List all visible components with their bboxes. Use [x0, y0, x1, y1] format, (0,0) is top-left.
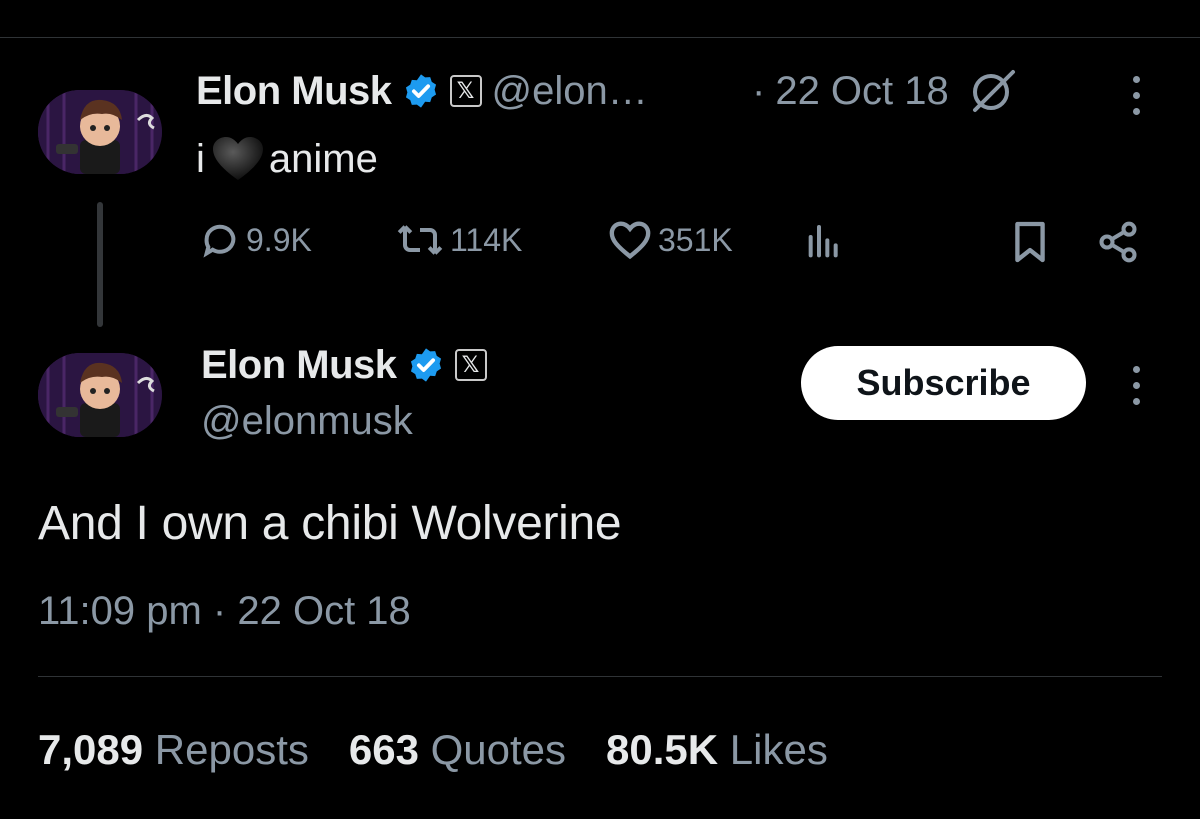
black-heart-icon [212, 137, 263, 180]
tweet-text-suffix: anime [268, 136, 378, 181]
bookmark-icon [1015, 221, 1045, 263]
like-count: 351K [658, 221, 733, 258]
reply-count: 9.9K [246, 221, 312, 258]
engagement-stats: 7,089 Reposts 663 Quotes 80.5K Likes [38, 726, 828, 774]
author-name[interactable]: Elon Musk [196, 69, 392, 114]
x-logo-icon: 𝕏 [454, 349, 487, 381]
quotes-label: Quotes [430, 726, 567, 773]
avatar[interactable] [38, 353, 162, 437]
top-divider [0, 37, 1200, 38]
views-button[interactable] [804, 222, 844, 267]
likes-count: 80.5K [606, 726, 719, 773]
more-vertical-icon[interactable] [1130, 76, 1142, 115]
thread-connector [97, 202, 103, 327]
reposts-label: Reposts [154, 726, 309, 773]
tweet-timestamp[interactable]: 11:09 pm · 22 Oct 18 [38, 586, 411, 636]
like-button[interactable]: 351K [608, 218, 733, 262]
verified-badge-icon [410, 348, 441, 382]
x-logo-icon: 𝕏 [449, 75, 482, 107]
share-icon [1099, 221, 1137, 263]
quotes-stat[interactable]: 663 Quotes [349, 726, 566, 774]
more-vertical-icon[interactable] [1130, 366, 1142, 405]
tweet-date[interactable]: 22 Oct 18 [775, 69, 948, 114]
heart-icon [609, 221, 651, 260]
stats-divider [38, 676, 1162, 677]
likes-label: Likes [729, 726, 828, 773]
reply-bubble-icon [203, 224, 236, 258]
author-handle[interactable]: @elonmusk [201, 396, 413, 446]
views-bars-icon [808, 225, 838, 258]
reposts-count: 7,089 [38, 726, 144, 773]
repost-count: 114K [450, 221, 523, 258]
reposts-stat[interactable]: 7,089 Reposts [38, 726, 309, 774]
date-separator: · [752, 68, 766, 113]
avatar[interactable] [38, 90, 162, 174]
repost-icon [397, 225, 443, 255]
share-button[interactable] [1096, 220, 1140, 269]
bookmark-button[interactable] [1012, 220, 1048, 269]
repost-button[interactable]: 114K [396, 218, 522, 262]
author-name[interactable]: Elon Musk [201, 343, 397, 388]
quotes-count: 663 [348, 726, 419, 773]
reply-button[interactable]: 9.9K [200, 218, 312, 262]
likes-stat[interactable]: 80.5K Likes [606, 726, 828, 774]
verified-badge-icon [405, 74, 436, 108]
subscribe-button[interactable]: Subscribe [801, 346, 1086, 420]
tweet-text: And I own a chibi Wolverine [38, 497, 622, 550]
slashed-circle-icon[interactable] [967, 68, 1019, 114]
tweet-text-prefix: i [196, 136, 205, 181]
author-handle[interactable]: @elon… [492, 69, 648, 114]
